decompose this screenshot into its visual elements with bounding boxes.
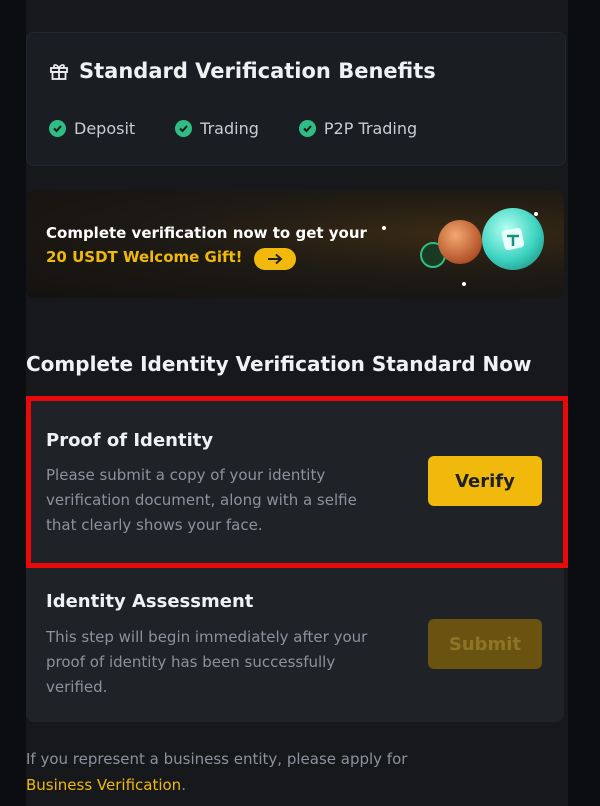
verification-steps: Proof of Identity Please submit a copy o… [26, 400, 564, 722]
benefit-trading: Trading [175, 119, 259, 138]
benefit-label: Deposit [74, 119, 136, 138]
check-circle-icon [175, 120, 193, 137]
sparkle [462, 282, 466, 286]
benefits-list: Deposit Trading P2P Trading [49, 119, 417, 138]
verification-screen: Standard Verification Benefits Deposit T… [0, 0, 600, 806]
sparkle [382, 226, 386, 230]
step-title: Proof of Identity [46, 430, 214, 451]
benefit-label: P2P Trading [323, 119, 418, 138]
step-identity-assessment: Identity Assessment This step will begin… [26, 566, 564, 723]
step-description: This step will begin immediately after y… [46, 628, 368, 696]
footer-suffix: . [181, 776, 186, 794]
business-verification-link[interactable]: Business Verification [26, 776, 181, 794]
benefits-header: Standard Verification Benefits [49, 55, 436, 87]
promo-gift-text: 20 USDT Welcome Gift! [46, 248, 243, 266]
promo-text: Complete verification now to get your [46, 224, 367, 242]
left-edge [0, 0, 26, 806]
submit-button[interactable]: Submit [428, 619, 542, 669]
step-title: Identity Assessment [46, 591, 254, 612]
bronze-coin-icon [438, 220, 482, 264]
section-title: Complete Identity Verification Standard … [26, 352, 532, 376]
business-note: If you represent a business entity, plea… [26, 746, 546, 798]
benefits-title: Standard Verification Benefits [79, 59, 436, 83]
usdt-coin-icon [482, 208, 544, 270]
welcome-gift-banner[interactable]: Complete verification now to get your 20… [26, 190, 564, 298]
check-circle-icon [298, 120, 316, 137]
right-edge [568, 0, 600, 806]
step-proof-of-identity: Proof of Identity Please submit a copy o… [26, 400, 564, 566]
sparkle [534, 212, 538, 216]
verify-button[interactable]: Verify [428, 456, 542, 506]
benefits-card: Standard Verification Benefits Deposit T… [26, 32, 566, 166]
benefit-p2p-trading: P2P Trading [298, 119, 418, 138]
benefit-label: Trading [200, 119, 259, 138]
benefit-deposit: Deposit [49, 119, 135, 138]
business-note-text: If you represent a business entity, plea… [26, 750, 408, 768]
gift-icon [49, 61, 69, 81]
arrow-right-icon[interactable] [254, 248, 296, 270]
check-circle-icon [49, 120, 66, 137]
step-description: Please submit a copy of your identity ve… [46, 466, 357, 534]
